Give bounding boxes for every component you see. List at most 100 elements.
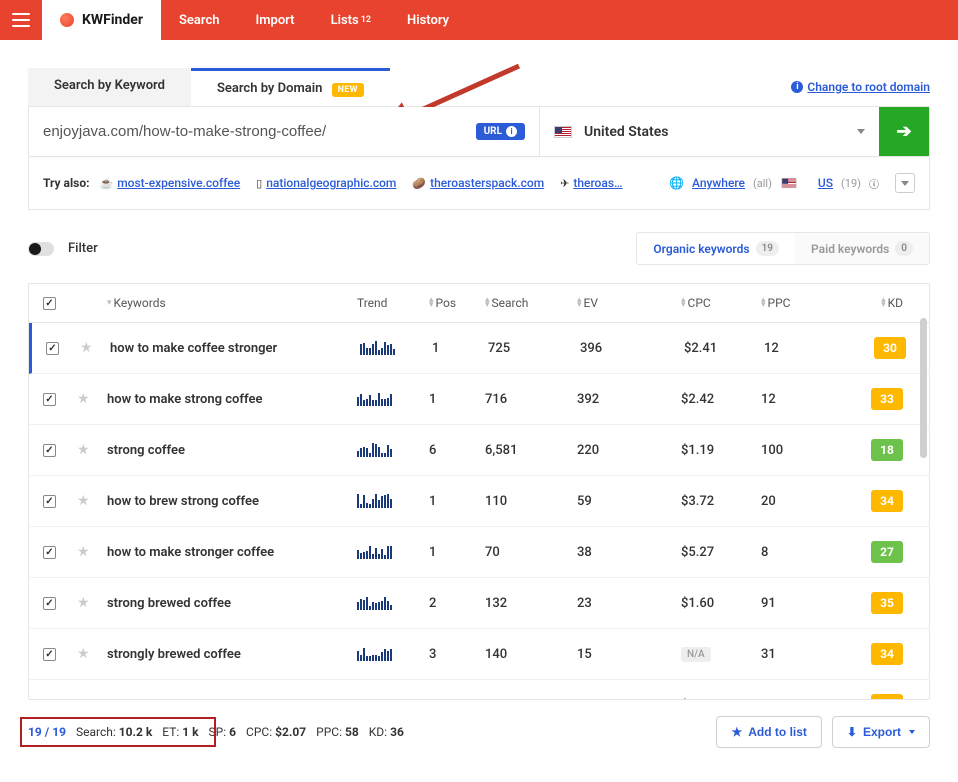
anywhere-link[interactable]: Anywhere <box>692 176 745 190</box>
site-icon: 🥔 <box>412 177 426 190</box>
row-checkbox[interactable] <box>46 342 59 355</box>
site-icon: ☕ <box>99 177 113 190</box>
flag-us-icon <box>781 178 796 188</box>
table-row[interactable]: ★ strong coffee beans 4 208 15 $1.31 100… <box>29 680 929 699</box>
col-trend[interactable]: Trend <box>357 296 429 310</box>
cell-trend <box>357 647 429 661</box>
expand-locations-button[interactable] <box>895 173 915 193</box>
chevron-down-icon <box>909 730 915 734</box>
try-item[interactable]: ☕ most-expensive.coffee <box>99 176 240 190</box>
favorite-star[interactable]: ★ <box>77 391 90 407</box>
try-link[interactable]: theroasterspack.com <box>430 176 544 190</box>
table-row[interactable]: ★ strong brewed coffee 2 132 23 $1.60 91… <box>29 578 929 629</box>
url-badge-label: URL <box>484 126 502 137</box>
nav-search[interactable]: Search <box>161 0 238 40</box>
export-label: Export <box>863 725 901 739</box>
scrollbar[interactable] <box>920 318 927 458</box>
nav-import[interactable]: Import <box>237 0 312 40</box>
cell-cpc: $1.19 <box>681 443 761 458</box>
col-kd[interactable]: ▴▾KD <box>843 296 903 310</box>
country-select[interactable]: United States <box>539 107 879 156</box>
flag-us-icon <box>554 126 572 138</box>
nav-lists-label: Lists <box>331 13 359 28</box>
try-link[interactable]: nationalgeographic.com <box>266 176 396 190</box>
cell-trend <box>357 443 429 457</box>
favorite-star[interactable]: ★ <box>77 697 90 699</box>
col-search[interactable]: ▴▾Search <box>485 296 577 310</box>
col-cpc[interactable]: ▴▾CPC <box>681 296 761 310</box>
info-icon: i <box>506 126 517 137</box>
sort-icon: ▴▾ <box>761 298 766 308</box>
try-item[interactable]: 🥔 theroasterspack.com <box>412 176 544 190</box>
cell-trend <box>357 392 429 406</box>
table-row[interactable]: ★ how to make coffee stronger 1 725 396 … <box>29 323 929 374</box>
tab-paid-label: Paid keywords <box>811 242 889 256</box>
table-row[interactable]: ★ how to make stronger coffee 1 70 38 $5… <box>29 527 929 578</box>
row-checkbox[interactable] <box>43 597 56 610</box>
row-checkbox[interactable] <box>43 699 56 700</box>
table-row[interactable]: ★ strongly brewed coffee 3 140 15 N/A 31… <box>29 629 929 680</box>
filter-toggle[interactable] <box>28 242 54 256</box>
filter-label: Filter <box>68 241 98 256</box>
tab-search-by-keyword[interactable]: Search by Keyword <box>28 68 191 106</box>
favorite-star[interactable]: ★ <box>77 544 90 560</box>
row-checkbox[interactable] <box>43 495 56 508</box>
change-root-domain-link[interactable]: i Change to root domain <box>791 80 930 94</box>
try-item[interactable]: ✈ theroas… <box>560 176 622 190</box>
favorite-star[interactable]: ★ <box>77 493 90 509</box>
app-logo-tab[interactable]: KWFinder <box>42 0 161 40</box>
favorite-star[interactable]: ★ <box>77 595 90 611</box>
row-checkbox[interactable] <box>43 393 56 406</box>
table-row[interactable]: ★ strong coffee 6 6,581 220 $1.19 100 18 <box>29 425 929 476</box>
tab-paid-keywords[interactable]: Paid keywords 0 <box>795 233 929 264</box>
cell-search: 716 <box>485 392 577 407</box>
favorite-star[interactable]: ★ <box>80 340 93 356</box>
cell-ppc: 100 <box>761 698 843 700</box>
cell-ppc: 31 <box>761 647 843 662</box>
tab-organic-keywords[interactable]: Organic keywords 19 <box>637 233 795 264</box>
cell-ev: 23 <box>577 596 681 611</box>
cell-cpc: $2.41 <box>684 341 764 356</box>
table-row[interactable]: ★ how to make strong coffee 1 716 392 $2… <box>29 374 929 425</box>
select-all-checkbox[interactable] <box>43 297 56 310</box>
country-name: United States <box>584 124 857 140</box>
cell-trend <box>360 341 432 355</box>
site-icon: ✈ <box>560 177 569 190</box>
cell-search: 6,581 <box>485 443 577 458</box>
us-link[interactable]: US <box>818 176 833 190</box>
cell-keyword: strong brewed coffee <box>107 596 357 611</box>
cell-kd: 27 <box>843 541 903 563</box>
cell-cpc: $3.72 <box>681 494 761 509</box>
row-checkbox[interactable] <box>43 546 56 559</box>
favorite-star[interactable]: ★ <box>77 646 90 662</box>
col-keywords[interactable]: ▾Keywords <box>107 296 357 310</box>
col-pos[interactable]: ▴▾Pos <box>429 296 485 310</box>
col-ppc[interactable]: ▴▾PPC <box>761 296 843 310</box>
cell-kd: 34 <box>843 490 903 512</box>
nav-lists[interactable]: Lists12 <box>313 0 389 40</box>
top-nav: Search Import Lists12 History <box>161 0 467 40</box>
url-badge[interactable]: URL i <box>476 123 525 140</box>
export-button[interactable]: ⬇ Export <box>832 716 930 748</box>
nav-history[interactable]: History <box>389 0 467 40</box>
add-to-list-button[interactable]: ★ Add to list <box>716 716 821 748</box>
menu-button[interactable] <box>0 0 42 40</box>
tab-search-by-domain[interactable]: Search by Domain NEW <box>191 68 390 106</box>
row-checkbox[interactable] <box>43 648 56 661</box>
favorite-star[interactable]: ★ <box>77 442 90 458</box>
table-row[interactable]: ★ how to brew strong coffee 1 110 59 $3.… <box>29 476 929 527</box>
col-ev[interactable]: ▴▾EV <box>577 296 681 310</box>
cell-pos: 2 <box>429 596 485 611</box>
url-input[interactable] <box>43 107 476 156</box>
globe-icon: 🌐 <box>669 176 684 190</box>
try-also-row: Try also: ☕most-expensive.coffee▯nationa… <box>28 157 930 210</box>
cell-ev: 396 <box>580 341 684 356</box>
cell-kd: 30 <box>846 337 906 359</box>
search-submit-button[interactable]: ➔ <box>879 107 929 156</box>
row-checkbox[interactable] <box>43 444 56 457</box>
try-item[interactable]: ▯nationalgeographic.com <box>256 176 396 190</box>
cell-pos: 1 <box>429 392 485 407</box>
trend-bars-icon <box>357 596 392 610</box>
try-link[interactable]: most-expensive.coffee <box>117 176 240 190</box>
try-link[interactable]: theroas… <box>573 176 622 190</box>
